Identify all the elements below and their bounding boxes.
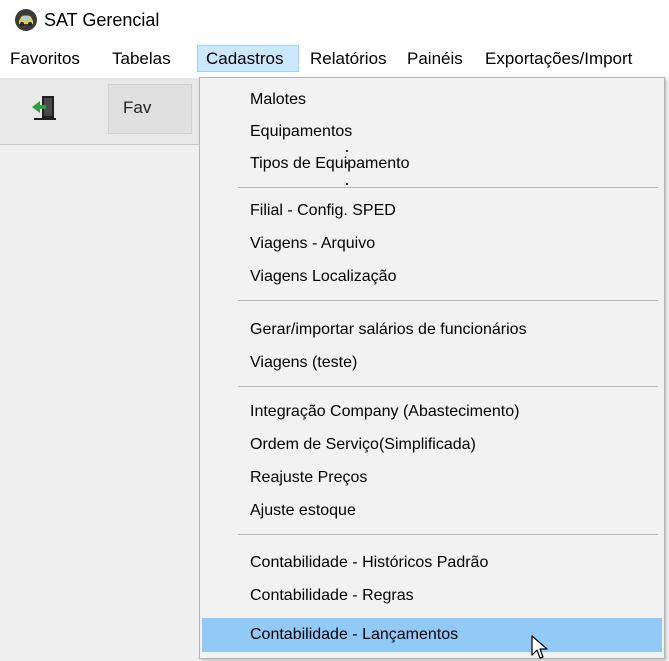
menu-separator <box>238 534 658 535</box>
menu-item-equipamentos[interactable]: Equipamentos <box>202 116 662 148</box>
car-app-icon <box>15 9 37 31</box>
mouse-cursor-icon <box>531 635 548 659</box>
menu-item-contabilidade-regras[interactable]: Contabilidade - Regras <box>202 580 662 612</box>
cursor-artifact <box>346 162 348 164</box>
menu-separator <box>238 187 658 188</box>
menu-item-ajuste-estoque[interactable]: Ajuste estoque <box>202 495 662 527</box>
workspace-area: Fav <box>0 78 200 661</box>
title-bar: SAT Gerencial <box>0 0 669 40</box>
cursor-artifact <box>346 183 348 185</box>
menu-cadastros[interactable]: Cadastros <box>197 45 299 72</box>
cursor-artifact <box>346 150 348 152</box>
app-title: SAT Gerencial <box>44 10 160 30</box>
exit-door-icon <box>32 96 56 120</box>
menu-item-malotes[interactable]: Malotes <box>202 84 662 116</box>
menu-relatorios[interactable]: Relatórios <box>306 45 391 72</box>
menu-favoritos[interactable]: Favoritos <box>6 45 84 72</box>
menu-separator <box>238 300 658 301</box>
fav-button[interactable]: Fav <box>108 84 192 134</box>
menu-item-integracao-company[interactable]: Integração Company (Abastecimento) <box>202 396 662 428</box>
menu-separator <box>238 386 658 387</box>
menu-item-tipos-equipamento[interactable]: Tipos de Equipamento <box>202 148 662 180</box>
exit-button[interactable] <box>18 84 74 134</box>
menu-item-ordem-servico[interactable]: Ordem de Serviço(Simplificada) <box>202 429 662 461</box>
menu-paineis[interactable]: Painéis <box>403 45 467 72</box>
menu-item-gerar-salarios[interactable]: Gerar/importar salários de funcionários <box>202 314 662 346</box>
menu-item-reajuste-precos[interactable]: Reajuste Preços <box>202 462 662 494</box>
menu-bar: Favoritos Tabelas Cadastros Relatórios P… <box>0 40 669 78</box>
menu-item-filial-sped[interactable]: Filial - Config. SPED <box>202 195 662 227</box>
menu-item-viagens-arquivo[interactable]: Viagens - Arquivo <box>202 228 662 260</box>
toolbar: Fav <box>0 78 200 145</box>
menu-exportacoes[interactable]: Exportações/Import <box>481 45 636 72</box>
cadastros-dropdown: Malotes Equipamentos Tipos de Equipament… <box>199 77 665 659</box>
menu-item-viagens-localizacao[interactable]: Viagens Localização <box>202 261 662 293</box>
menu-item-contabilidade-historicos[interactable]: Contabilidade - Históricos Padrão <box>202 547 662 579</box>
menu-item-contabilidade-lancamentos[interactable]: Contabilidade - Lançamentos <box>202 618 662 652</box>
menu-tabelas[interactable]: Tabelas <box>108 45 175 72</box>
menu-item-viagens-teste[interactable]: Viagens (teste) <box>202 347 662 379</box>
